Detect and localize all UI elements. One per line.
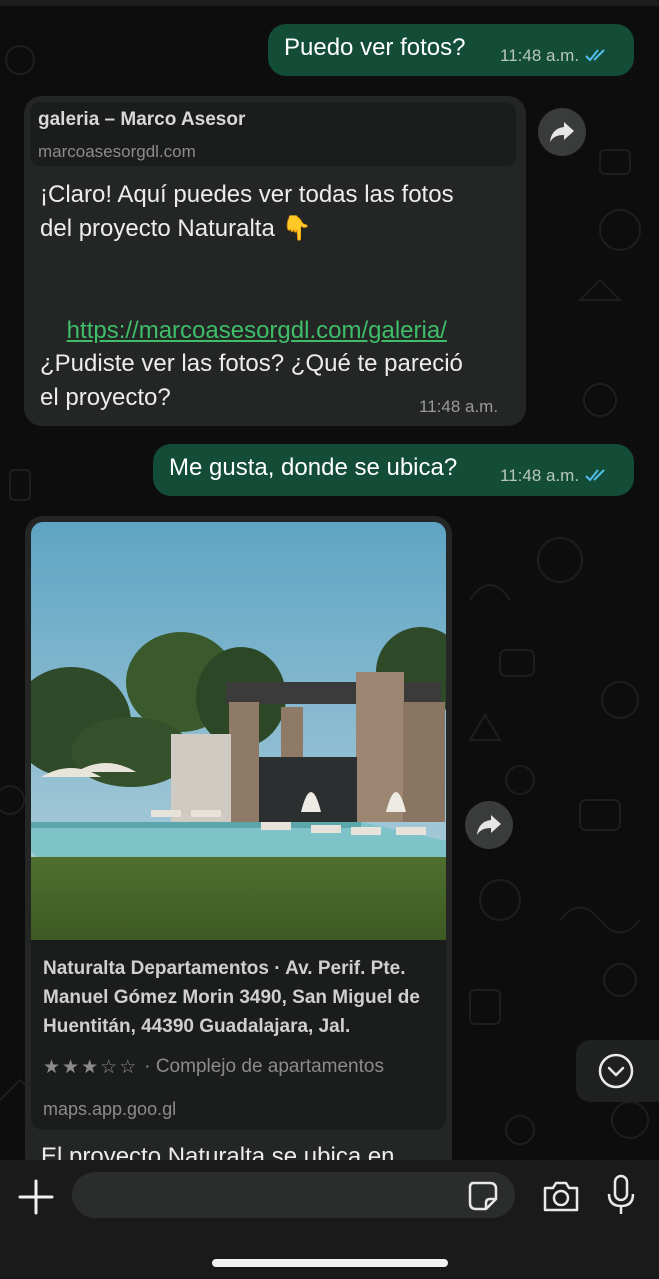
outgoing-message[interactable]: Puedo ver fotos? 11:48 a.m. <box>268 24 634 76</box>
link-preview-domain: marcoasesorgdl.com <box>38 142 196 161</box>
forward-icon <box>477 815 501 835</box>
message-meta: 11:48 a.m. <box>500 466 609 486</box>
home-indicator <box>212 1259 448 1267</box>
link-preview-title: galeria – Marco Asesor <box>38 109 246 130</box>
star-filled-icon: ★ <box>62 1057 80 1078</box>
star-empty-icon: ☆ <box>100 1057 118 1078</box>
location-title: Naturalta Departamentos · Av. Perif. Pte… <box>43 958 420 1037</box>
forward-button[interactable] <box>465 801 513 849</box>
sticker-icon[interactable] <box>466 1179 500 1213</box>
message-text: Puedo ver fotos? <box>284 34 466 61</box>
star-empty-icon: ☆ <box>119 1057 137 1078</box>
link-preview[interactable]: galeria – Marco Asesor marcoasesorgdl.co… <box>30 102 516 166</box>
message-time: 11:48 a.m. <box>500 46 580 65</box>
location-type: · Complejo de apartamentos <box>144 1056 384 1077</box>
gallery-link[interactable]: https://marcoasesorgdl.com/galeria/ <box>67 317 447 344</box>
message-time: 11:48 a.m. <box>500 466 580 485</box>
incoming-message[interactable]: galeria – Marco Asesor marcoasesorgdl.co… <box>24 96 526 426</box>
plus-icon[interactable] <box>16 1177 56 1217</box>
incoming-message[interactable]: Naturalta Departamentos · Av. Perif. Pte… <box>25 516 452 1176</box>
top-edge <box>0 0 659 6</box>
location-rating: ★ ★ ★ ☆ ☆ · Complejo de apartamentos <box>43 1056 384 1079</box>
message-meta: 11:48 a.m. <box>500 46 609 66</box>
camera-icon[interactable] <box>541 1178 581 1214</box>
message-time: 11:48 a.m. <box>419 397 499 416</box>
star-filled-icon: ★ <box>81 1057 99 1078</box>
double-check-icon <box>585 469 605 482</box>
star-filled-icon: ★ <box>43 1057 61 1078</box>
outgoing-message[interactable]: Me gusta, donde se ubica? 11:48 a.m. <box>153 444 634 496</box>
message-input[interactable] <box>72 1172 515 1218</box>
composer-bar <box>0 1160 659 1279</box>
double-check-icon <box>585 49 605 62</box>
location-preview[interactable]: Naturalta Departamentos · Av. Perif. Pte… <box>31 522 446 1130</box>
message-text: ¡Claro! Aquí puedes ver todas las fotos … <box>40 181 454 242</box>
forward-icon <box>550 122 574 142</box>
mic-icon[interactable] <box>605 1174 637 1218</box>
forward-button[interactable] <box>538 108 586 156</box>
message-text: Me gusta, donde se ubica? <box>169 454 458 481</box>
location-image <box>31 522 446 940</box>
scroll-to-bottom-button[interactable] <box>576 1040 659 1102</box>
chevron-down-icon <box>598 1053 634 1089</box>
location-domain: maps.app.goo.gl <box>43 1099 177 1119</box>
